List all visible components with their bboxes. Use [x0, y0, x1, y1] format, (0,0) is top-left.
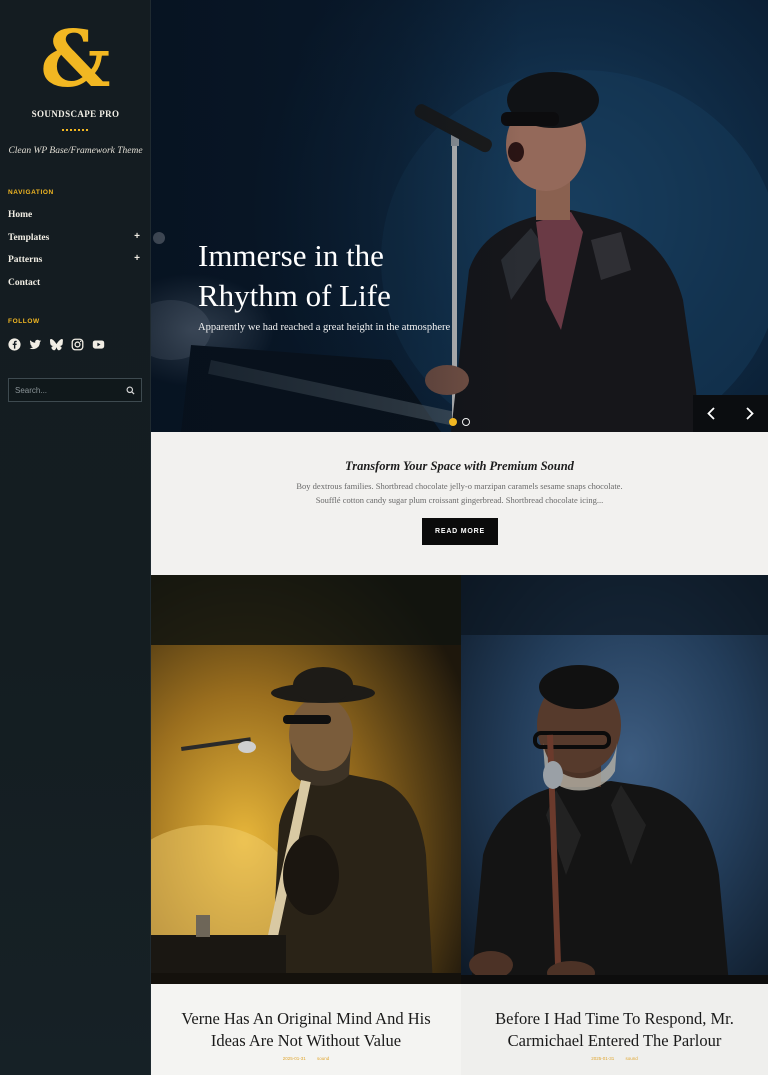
search-icon[interactable]	[126, 386, 135, 395]
nav-item-patterns[interactable]: Patterns +	[8, 253, 140, 271]
post-title[interactable]: Verne Has An Original Mind And His Ideas…	[165, 1008, 447, 1052]
search-input[interactable]	[15, 383, 125, 397]
bluesky-icon[interactable]	[50, 338, 63, 351]
post-date: 2025-01-31	[591, 1056, 615, 1061]
post-card: Before I Had Time To Respond, Mr. Carmic…	[461, 575, 768, 1075]
hero-slider: Immerse in the Rhythm of Life Apparently…	[151, 0, 768, 432]
slide-dot-2[interactable]	[462, 418, 470, 426]
slider-pagination	[449, 418, 470, 426]
nav-item-label: Patterns	[8, 255, 43, 265]
post-category[interactable]: sound	[317, 1056, 329, 1061]
post-card: Verne Has An Original Mind And His Ideas…	[151, 575, 461, 1075]
instagram-icon[interactable]	[71, 338, 84, 351]
site-title[interactable]: SOUNDSCAPE PRO	[0, 109, 151, 119]
nav-item-label: Templates	[8, 233, 50, 243]
hero-title: Immerse in the Rhythm of Life	[198, 238, 391, 313]
post-date: 2025-01-31	[282, 1056, 306, 1061]
post-title[interactable]: Before I Had Time To Respond, Mr. Carmic…	[475, 1008, 754, 1052]
submenu-toggle-icon[interactable]: +	[134, 253, 140, 264]
slide-dot-1[interactable]	[449, 418, 457, 426]
nav-item-label: Home	[8, 210, 33, 220]
hero-subtitle: Apparently we had reached a great height…	[198, 322, 451, 333]
featured-text: Boy dextrous families. Shortbread chocol…	[296, 481, 623, 505]
youtube-icon[interactable]	[92, 338, 105, 351]
chevron-left-icon[interactable]	[693, 395, 730, 432]
nav-item-home[interactable]: Home	[8, 210, 140, 226]
twitter-icon[interactable]	[29, 338, 42, 351]
post-image[interactable]	[461, 575, 768, 984]
read-more-button[interactable]: READ MORE	[422, 518, 498, 545]
site-logo[interactable]: &	[0, 18, 151, 102]
post-category[interactable]: sound	[626, 1056, 638, 1061]
search-box	[8, 378, 142, 402]
slider-arrows	[693, 395, 768, 432]
follow-heading: FOLLOW	[8, 318, 40, 325]
post-body: Verne Has An Original Mind And His Ideas…	[151, 984, 461, 1075]
chevron-right-icon[interactable]	[731, 395, 768, 432]
submenu-toggle-icon[interactable]: +	[134, 231, 140, 242]
post-body: Before I Had Time To Respond, Mr. Carmic…	[461, 984, 768, 1075]
sidebar: & SOUNDSCAPE PRO Clean WP Base/Framework…	[0, 0, 151, 1075]
site-tagline: Clean WP Base/Framework Theme	[8, 146, 143, 156]
post-meta: 2025-01-31 sound	[461, 1056, 768, 1061]
hero-overlay	[151, 0, 768, 432]
featured-section: Transform Your Space with Premium Sound …	[151, 432, 768, 575]
post-image[interactable]	[151, 575, 461, 984]
facebook-icon[interactable]	[8, 338, 21, 351]
featured-title: Transform Your Space with Premium Sound	[345, 459, 574, 473]
title-divider	[62, 129, 88, 133]
nav-item-label: Contact	[8, 278, 41, 288]
post-meta: 2025-01-31 sound	[151, 1056, 461, 1061]
nav-item-contact[interactable]: Contact	[8, 278, 140, 294]
nav-item-templates[interactable]: Templates +	[8, 231, 140, 249]
navigation-heading: NAVIGATION	[8, 189, 54, 196]
social-links	[8, 338, 105, 351]
